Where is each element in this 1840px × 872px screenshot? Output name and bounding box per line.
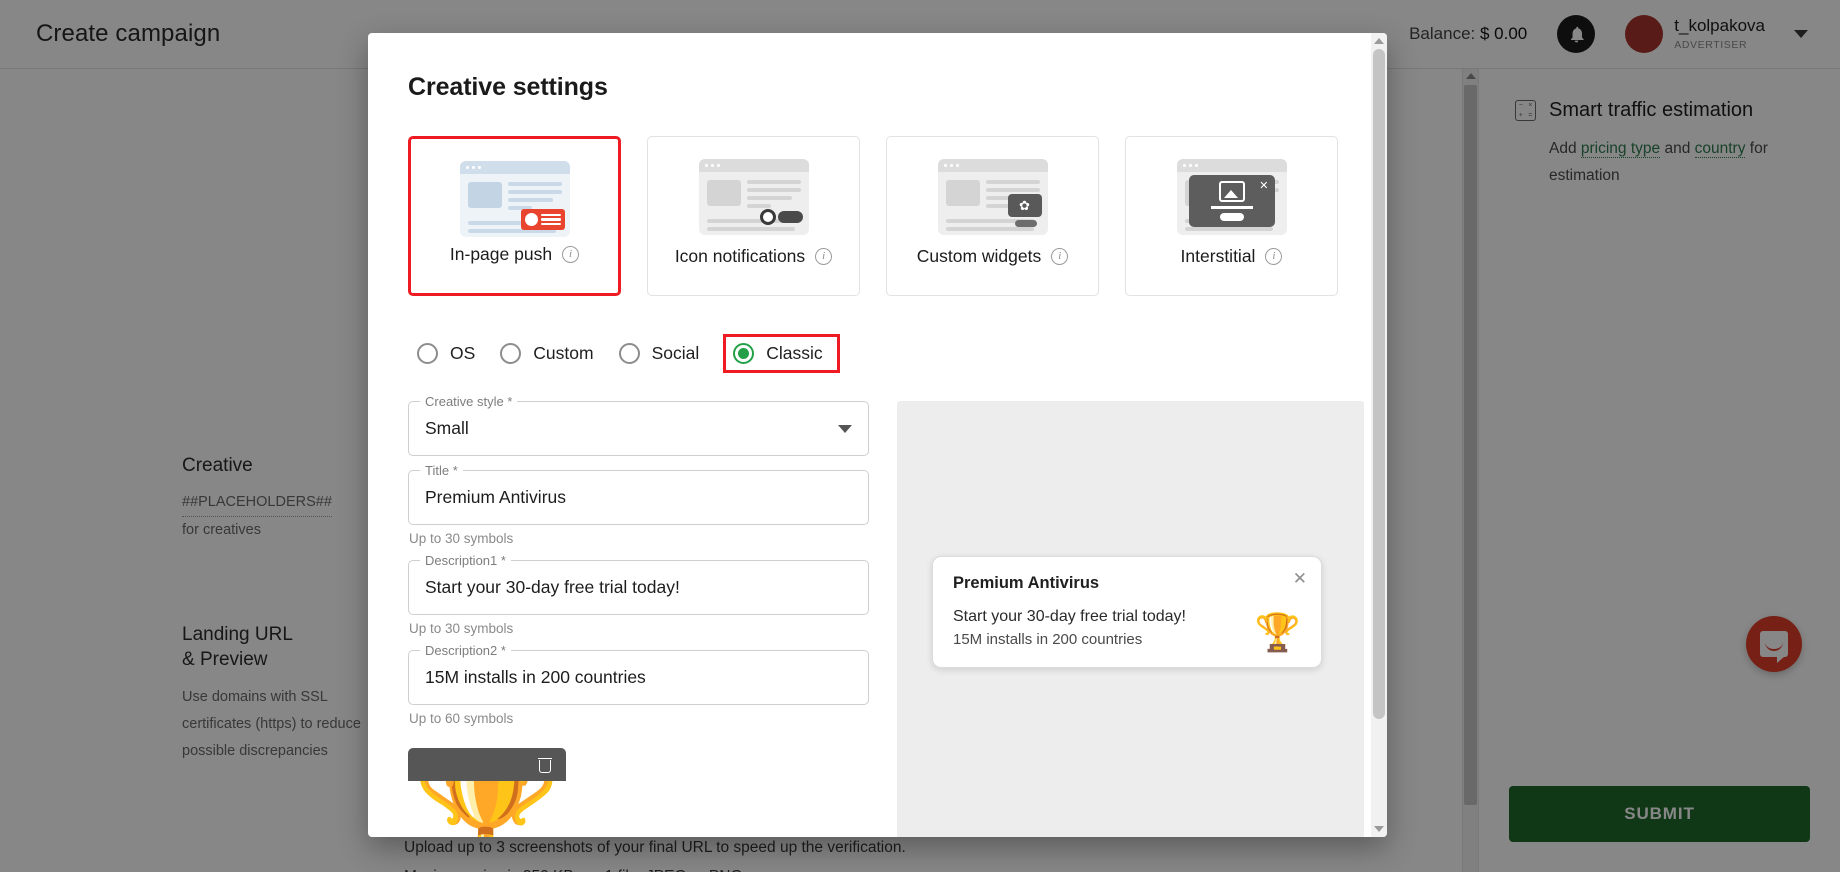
radio-indicator[interactable] (417, 343, 438, 364)
custom-widgets-icon: ✿ (938, 159, 1048, 235)
icon-notifications-icon (699, 159, 809, 235)
close-icon[interactable]: ✕ (1293, 569, 1307, 589)
creative-style-radio-group: OS Custom Social Classic (408, 334, 1371, 373)
modal-scrollbar[interactable] (1371, 33, 1387, 837)
uploaded-image-thumbnail[interactable]: 🏆 (408, 748, 566, 837)
preview-description1: Start your 30-day free trial today! (953, 608, 1301, 626)
radio-social[interactable]: Social (610, 334, 716, 373)
creative-type-card-in-page-push[interactable]: In-page push i (408, 136, 621, 296)
chevron-down-icon[interactable] (838, 425, 852, 433)
info-icon[interactable]: i (1051, 248, 1068, 265)
preview-title: Premium Antivirus (953, 574, 1301, 593)
radio-label: OS (450, 343, 475, 364)
creative-style-value: Small (425, 418, 469, 439)
radio-label: Custom (533, 343, 593, 364)
creative-type-card-icon-notifications[interactable]: Icon notifications i (647, 136, 860, 296)
gear-icon: ✿ (1008, 194, 1042, 217)
creative-form: Creative style * Small Title * Up to 30 … (408, 387, 869, 837)
creative-style-select[interactable]: Creative style * Small (408, 401, 869, 456)
preview-description2: 15M installs in 200 countries (953, 631, 1301, 648)
scroll-down-arrow-icon[interactable] (1374, 826, 1384, 832)
creative-type-card-interstitial[interactable]: ✕ Interstitial i (1125, 136, 1338, 296)
description1-hint: Up to 30 symbols (409, 621, 869, 636)
modal-scroll-thumb[interactable] (1373, 49, 1385, 719)
description1-field[interactable]: Description1 * (408, 560, 869, 615)
creative-type-label: In-page push (450, 244, 552, 265)
trash-icon[interactable] (538, 757, 552, 773)
creative-type-card-custom-widgets[interactable]: ✿ Custom widgets i (886, 136, 1099, 296)
info-icon[interactable]: i (562, 246, 579, 263)
in-page-push-icon (460, 161, 570, 237)
description2-hint: Up to 60 symbols (409, 711, 869, 726)
field-legend: Description1 * (420, 553, 511, 568)
radio-os[interactable]: OS (408, 334, 491, 373)
title-field[interactable]: Title * (408, 470, 869, 525)
creative-type-label: Interstitial (1181, 246, 1256, 267)
radio-indicator[interactable] (500, 343, 521, 364)
info-icon[interactable]: i (815, 248, 832, 265)
creative-type-label: Custom widgets (917, 246, 1042, 267)
description1-input[interactable] (425, 577, 852, 598)
preview-notification-card: ✕ Premium Antivirus Start your 30-day fr… (932, 556, 1322, 668)
scroll-up-arrow-icon[interactable] (1374, 38, 1384, 44)
radio-label: Classic (766, 343, 822, 364)
radio-label: Social (652, 343, 700, 364)
creative-type-selector: In-page push i I (408, 136, 1371, 296)
radio-indicator[interactable] (733, 343, 754, 364)
field-legend: Creative style * (420, 394, 517, 409)
field-legend: Description2 * (420, 643, 511, 658)
creative-preview-panel: ✕ Premium Antivirus Start your 30-day fr… (897, 401, 1364, 837)
radio-custom[interactable]: Custom (491, 334, 609, 373)
radio-classic[interactable]: Classic (723, 334, 839, 373)
creative-settings-modal: Creative settings In-page push (368, 33, 1387, 837)
description2-input[interactable] (425, 667, 852, 688)
info-icon[interactable]: i (1265, 248, 1282, 265)
title-hint: Up to 30 symbols (409, 531, 869, 546)
modal-title: Creative settings (408, 73, 1371, 102)
interstitial-icon: ✕ (1177, 159, 1287, 235)
field-legend: Title * (420, 463, 463, 478)
creative-type-label: Icon notifications (675, 246, 805, 267)
close-icon: ✕ (1259, 179, 1268, 192)
preview-image: 🏆 (1255, 614, 1301, 651)
radio-indicator[interactable] (619, 343, 640, 364)
title-input[interactable] (425, 487, 852, 508)
description2-field[interactable]: Description2 * (408, 650, 869, 705)
